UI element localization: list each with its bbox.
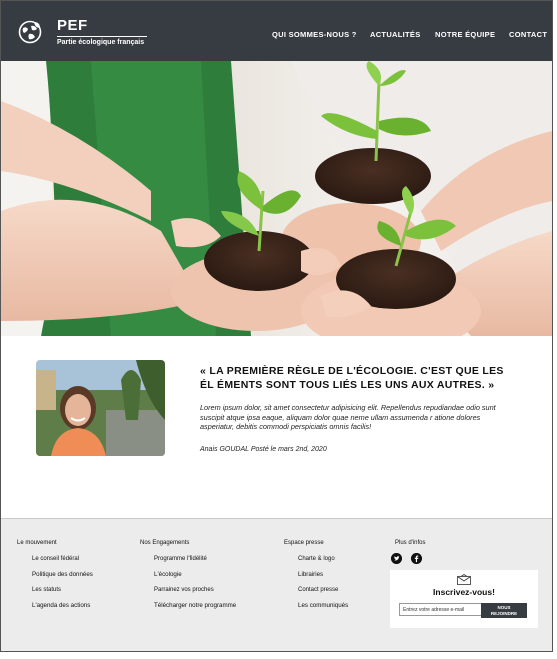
- footer-link-charte-logo[interactable]: Charte & logo: [298, 556, 335, 562]
- footer-link-politique-donnees[interactable]: Politique des données: [32, 571, 93, 578]
- footer-link-parrainez[interactable]: Parrainez vos proches: [154, 587, 214, 593]
- hero-photo: [1, 61, 552, 336]
- nav-contact[interactable]: CONTACT: [509, 30, 547, 39]
- newsletter-join-button[interactable]: NOUS REJOINDRE: [481, 603, 527, 618]
- facebook-icon[interactable]: [411, 553, 422, 564]
- footer-link-communiques[interactable]: Les communiqués: [298, 602, 348, 609]
- footer-heading-engagements: Nos Engagements: [140, 540, 190, 546]
- site-header: PEF Partie écologique français QUI SOMME…: [1, 1, 552, 61]
- footer-heading-plus-infos: Plus d'infos: [395, 540, 426, 546]
- hero-image: [1, 61, 552, 336]
- brand-tagline: Partie écologique français: [57, 39, 145, 46]
- newsletter-box: Inscrivez-vous! NOUS REJOINDRE: [390, 570, 538, 628]
- quote-body: Lorem ipsum dolor, sit amet consectetur …: [200, 403, 496, 431]
- footer-link-contact-presse[interactable]: Contact presse: [298, 587, 338, 593]
- page-frame: PEF Partie écologique français QUI SOMME…: [0, 0, 553, 652]
- newsletter-email-input[interactable]: [399, 603, 482, 616]
- quote-section: « LA PREMIÈRE RÈGLE DE L'ÉCOLOGIE. C'EST…: [1, 336, 552, 518]
- footer-link-conseil-federal[interactable]: Le conseil fédéral: [32, 556, 79, 562]
- author-portrait: [36, 360, 165, 456]
- brand-name[interactable]: PEF: [57, 17, 88, 34]
- portrait-photo: [36, 360, 165, 456]
- newsletter-title: Inscrivez-vous!: [433, 587, 495, 597]
- footer-link-telecharger-programme[interactable]: Télécharger notre programme: [154, 602, 236, 609]
- nav-actualites[interactable]: ACTUALITÉS: [370, 30, 421, 39]
- nav-qui-sommes-nous[interactable]: QUI SOMMES-NOUS ?: [272, 30, 357, 39]
- footer-heading-mouvement: Le mouvement: [17, 540, 57, 546]
- footer-heading-presse: Espace presse: [284, 540, 324, 546]
- site-footer: Le mouvement Le conseil fédéral Politiqu…: [1, 518, 552, 651]
- twitter-icon[interactable]: [391, 553, 402, 564]
- mail-icon: [457, 574, 471, 585]
- footer-link-ecologie[interactable]: L'écologie: [154, 571, 182, 578]
- brand-underline: [57, 36, 147, 37]
- newsletter-button-line1: NOUS: [497, 605, 511, 611]
- newsletter-button-line2: REJOINDRE: [490, 611, 518, 617]
- footer-link-programme-fidelite[interactable]: Programme l'fidélité: [154, 556, 207, 562]
- footer-link-agenda-actions[interactable]: L'agenda des actions: [32, 602, 90, 609]
- footer-link-librairies[interactable]: Librairies: [298, 571, 323, 578]
- footer-link-statuts[interactable]: Les statuts: [32, 587, 61, 593]
- quote-title: « LA PREMIÈRE RÈGLE DE L'ÉCOLOGIE. C'EST…: [200, 365, 504, 391]
- nav-notre-equipe[interactable]: NOTRE ÉQUIPE: [435, 30, 495, 39]
- globe-leaf-icon[interactable]: [18, 20, 42, 44]
- quote-author-date: Anais GOUDAL Posté le mars 2nd, 2020: [200, 446, 327, 453]
